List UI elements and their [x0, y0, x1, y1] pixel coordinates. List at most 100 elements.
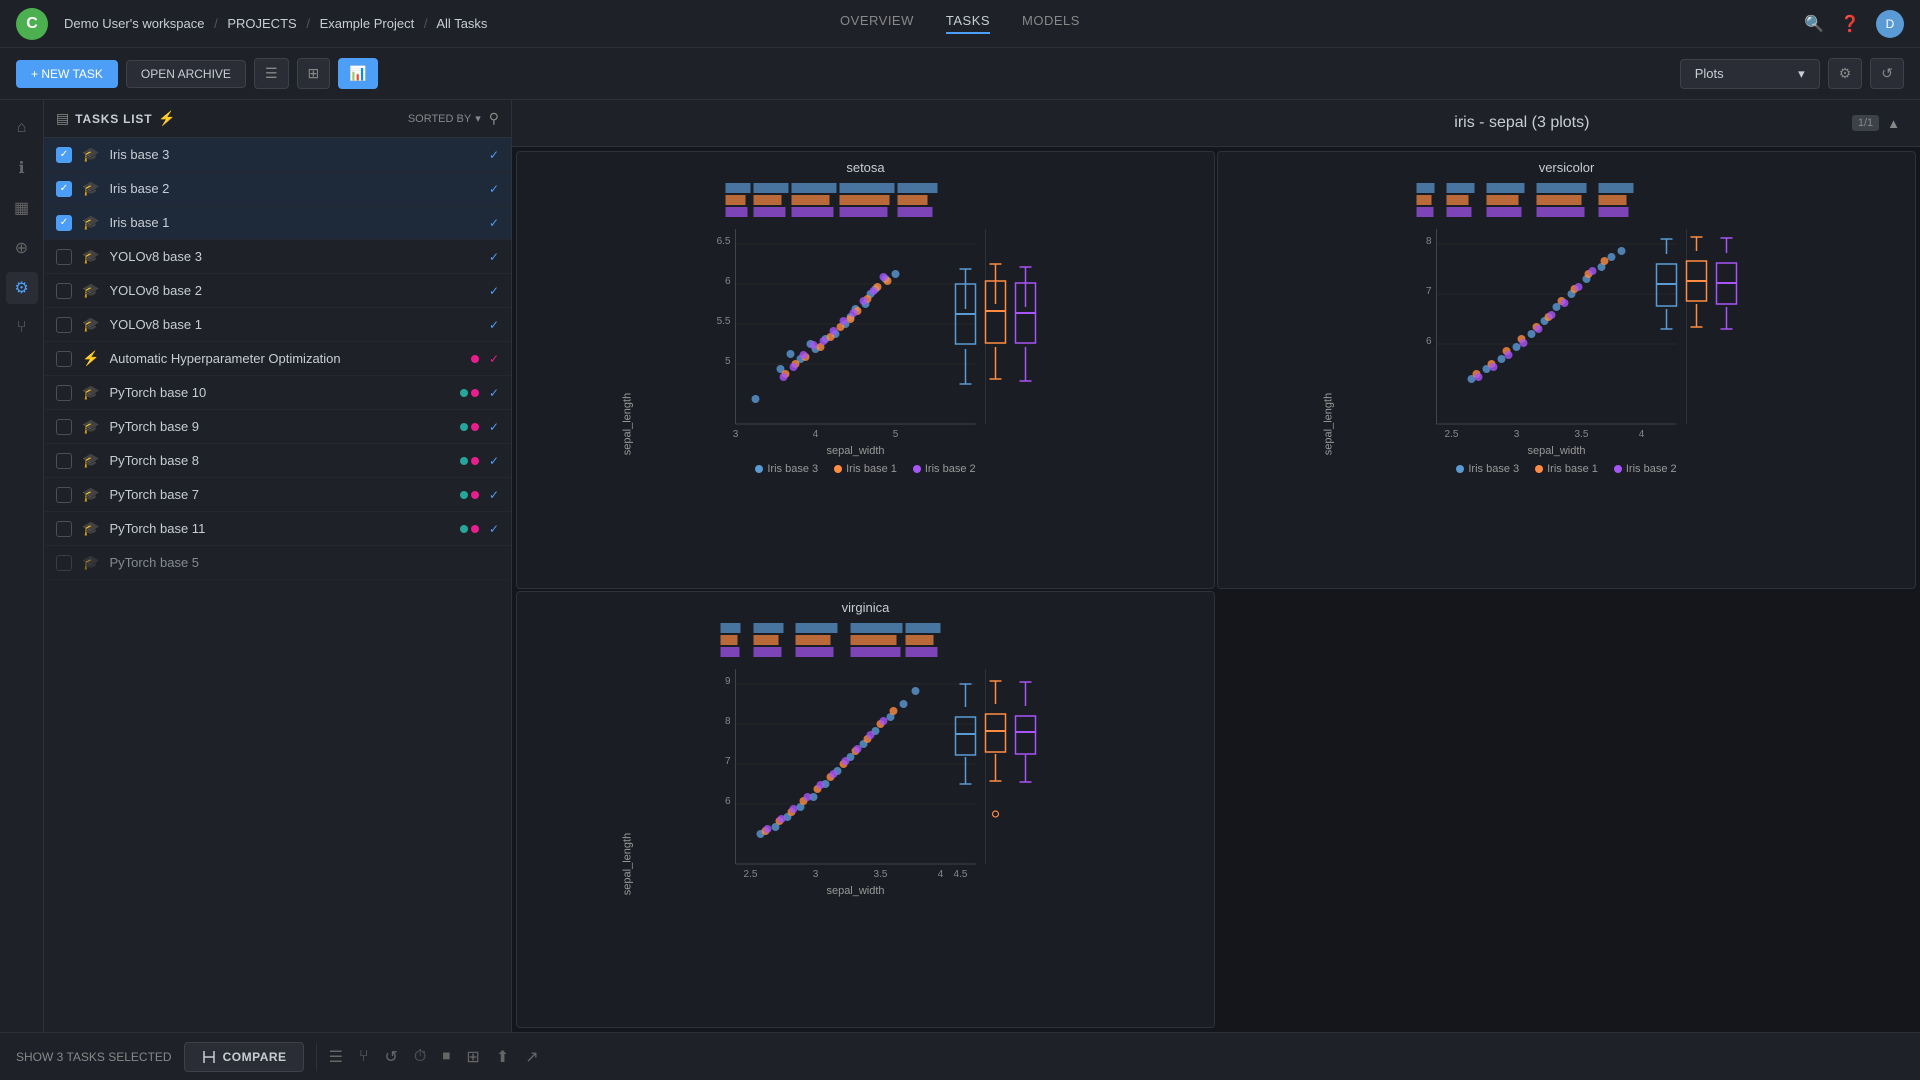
svg-text:9: 9	[725, 676, 731, 687]
sidebar-icon-table[interactable]: ▦	[6, 192, 38, 224]
task-checkbox[interactable]	[56, 521, 72, 537]
tasks-list-title: TASKS LIST	[75, 112, 152, 126]
tasks-header: ▤ TASKS LIST ⚡ SORTED BY ▾ ⚲	[44, 100, 511, 138]
sorted-by-dropdown[interactable]: SORTED BY ▾	[408, 112, 481, 125]
table-icon[interactable]: ⊞	[466, 1047, 479, 1067]
task-checkbox[interactable]	[56, 147, 72, 163]
plot-setosa: setosa	[516, 151, 1215, 589]
plot-title: iris - sepal (3 plots)	[1192, 114, 1852, 132]
task-row[interactable]: 🎓 YOLOv8 base 1 ✓	[44, 308, 511, 342]
task-row[interactable]: 🎓 PyTorch base 10 ✓	[44, 376, 511, 410]
sidebar-icon-branch[interactable]: ⑂	[6, 312, 38, 344]
new-task-button[interactable]: + NEW TASK	[16, 60, 118, 88]
task-row[interactable]: 🎓 PyTorch base 8 ✓	[44, 444, 511, 478]
network-icon[interactable]: ⑂	[359, 1048, 369, 1066]
collapse-button[interactable]: ▤	[56, 110, 69, 127]
open-archive-button[interactable]: OPEN ARCHIVE	[126, 60, 246, 88]
svg-text:sepal_length: sepal_length	[622, 393, 634, 455]
task-complete-icon: ✓	[489, 284, 499, 298]
sidebar-icon-info[interactable]: ℹ	[6, 152, 38, 184]
task-row[interactable]: 🎓 YOLOv8 base 2 ✓	[44, 274, 511, 308]
task-row[interactable]: 🎓 PyTorch base 5	[44, 546, 511, 580]
task-type-icon: 🎓	[82, 418, 99, 435]
toolbar: + NEW TASK OPEN ARCHIVE ☰ ⊞ 📊 Plots ▾ ⚙ …	[0, 48, 1920, 100]
export-icon[interactable]: ↗	[525, 1047, 538, 1067]
collapse-icon[interactable]: ▲	[1887, 116, 1900, 131]
task-type-icon: ⚡	[82, 350, 99, 367]
list-view-button[interactable]: ☰	[254, 58, 289, 89]
task-complete-icon: ✓	[489, 250, 499, 264]
task-name: PyTorch base 11	[109, 521, 450, 536]
plot-virginica-title: virginica	[525, 600, 1206, 615]
chevron-down-icon: ▾	[1798, 66, 1805, 82]
tab-overview[interactable]: OVERVIEW	[840, 13, 914, 34]
task-checkbox[interactable]	[56, 215, 72, 231]
compare-button[interactable]: COMPARE	[184, 1042, 304, 1072]
task-color-dot	[471, 355, 479, 363]
task-name: PyTorch base 10	[109, 385, 450, 400]
plot-setosa-title: setosa	[525, 160, 1206, 175]
plots-dropdown[interactable]: Plots ▾	[1680, 59, 1820, 89]
task-color-dots	[460, 423, 479, 431]
stop-icon[interactable]: ⏹	[442, 1048, 450, 1066]
task-name: YOLOv8 base 3	[109, 249, 479, 264]
chevron-down-icon: ▾	[475, 112, 481, 125]
svg-text:4: 4	[813, 429, 819, 440]
filter-options-icon[interactable]: ⚲	[489, 110, 499, 127]
task-type-icon: 🎓	[82, 180, 99, 197]
clock-icon[interactable]: ⏱	[414, 1048, 426, 1066]
task-checkbox[interactable]	[56, 385, 72, 401]
upload-icon[interactable]: ⬆	[496, 1047, 509, 1067]
filter-icon[interactable]: ⚡	[158, 110, 175, 127]
tab-tasks[interactable]: TASKS	[946, 13, 990, 34]
page-indicator: 1/1	[1852, 115, 1879, 131]
task-checkbox[interactable]	[56, 283, 72, 299]
help-icon[interactable]: ❓	[1840, 14, 1860, 34]
task-checkbox[interactable]	[56, 351, 72, 367]
task-type-icon: 🎓	[82, 554, 99, 571]
task-checkbox[interactable]	[56, 419, 72, 435]
task-name: PyTorch base 9	[109, 419, 450, 434]
sidebar-icon-home[interactable]: ⌂	[6, 112, 38, 144]
task-checkbox[interactable]	[56, 453, 72, 469]
task-checkbox[interactable]	[56, 249, 72, 265]
task-row[interactable]: 🎓 PyTorch base 9 ✓	[44, 410, 511, 444]
task-row[interactable]: 🎓 Iris base 1 ✓	[44, 206, 511, 240]
task-complete-icon: ✓	[489, 182, 499, 196]
task-row[interactable]: ⚡ Automatic Hyperparameter Optimization …	[44, 342, 511, 376]
task-row[interactable]: 🎓 PyTorch base 7 ✓	[44, 478, 511, 512]
refresh-icon[interactable]: ↺	[1870, 58, 1904, 89]
sidebar-icon-layers[interactable]: ⊕	[6, 232, 38, 264]
task-complete-icon: ✓	[489, 216, 499, 230]
refresh-bottom-icon[interactable]: ↺	[385, 1047, 398, 1067]
task-row[interactable]: 🎓 YOLOv8 base 3 ✓	[44, 240, 511, 274]
content-header: iris - sepal (3 plots) 1/1 ▲	[512, 100, 1920, 147]
chart-view-button[interactable]: 📊	[338, 58, 377, 89]
toolbar-right: Plots ▾ ⚙ ↺	[1680, 58, 1904, 89]
plot-versicolor-title: versicolor	[1226, 160, 1907, 175]
list-icon[interactable]: ☰	[329, 1047, 343, 1067]
user-avatar[interactable]: D	[1876, 10, 1904, 38]
svg-text:3: 3	[733, 429, 739, 440]
task-row[interactable]: 🎓 Iris base 2 ✓	[44, 172, 511, 206]
task-name: PyTorch base 8	[109, 453, 450, 468]
legend-iris-base-1: Iris base 1	[834, 463, 897, 475]
task-row[interactable]: 🎓 PyTorch base 11 ✓	[44, 512, 511, 546]
task-checkbox[interactable]	[56, 487, 72, 503]
plot-virginica-svg: 9 8 7 6 2.5 3 3.5 4 4.5 sepal_width	[525, 619, 1206, 899]
sidebar-icon-settings[interactable]: ⚙	[6, 272, 38, 304]
grid-view-button[interactable]: ⊞	[297, 58, 331, 89]
task-row[interactable]: 🎓 Iris base 3 ✓	[44, 138, 511, 172]
task-type-icon: 🎓	[82, 384, 99, 401]
bottom-bar: SHOW 3 TASKS SELECTED COMPARE ☰ ⑂ ↺ ⏱ ⏹ …	[0, 1032, 1920, 1080]
task-complete-icon: ✓	[489, 488, 499, 502]
plot-versicolor: versicolor	[1217, 151, 1916, 589]
task-checkbox[interactable]	[56, 317, 72, 333]
bottom-separator	[316, 1043, 317, 1071]
settings-icon[interactable]: ⚙	[1828, 58, 1863, 89]
tab-models[interactable]: MODELS	[1022, 13, 1080, 34]
task-checkbox[interactable]	[56, 555, 72, 571]
task-name: Automatic Hyperparameter Optimization	[109, 351, 461, 366]
task-checkbox[interactable]	[56, 181, 72, 197]
search-icon[interactable]: 🔍	[1804, 14, 1824, 34]
